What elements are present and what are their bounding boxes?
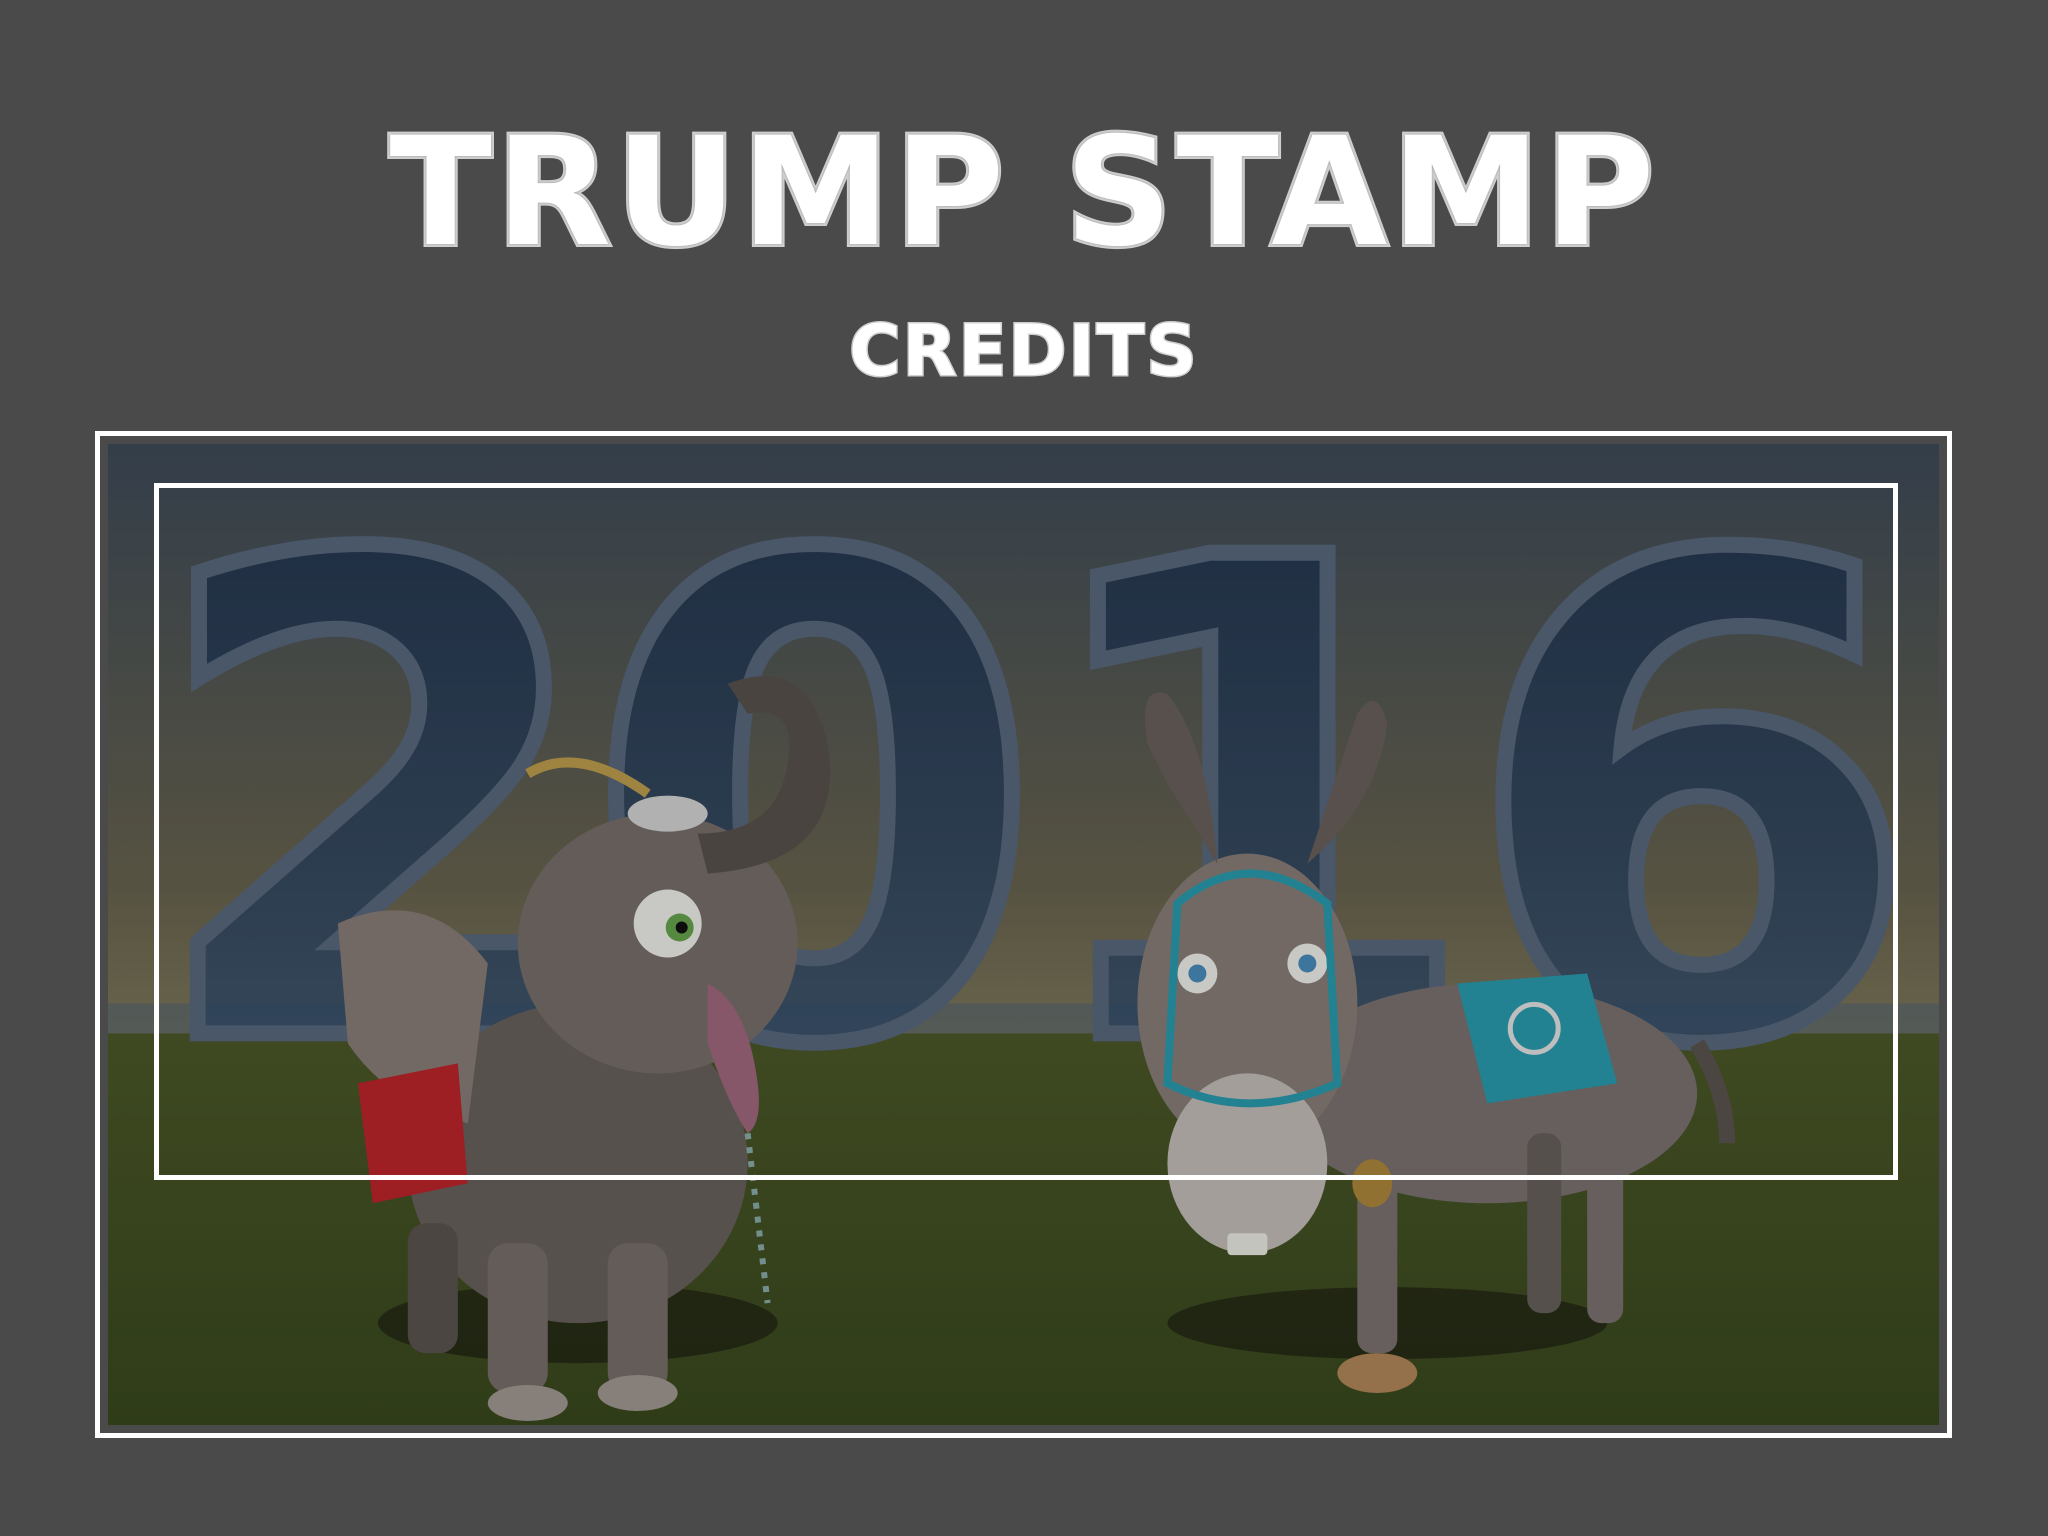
game-title: TRUMP STAMP — [386, 106, 1659, 280]
credits-heading: CREDITS — [848, 310, 1199, 392]
credits-image-frame: 2016 — [95, 431, 1952, 1438]
credits-scene-image: 2016 — [108, 444, 1939, 1425]
